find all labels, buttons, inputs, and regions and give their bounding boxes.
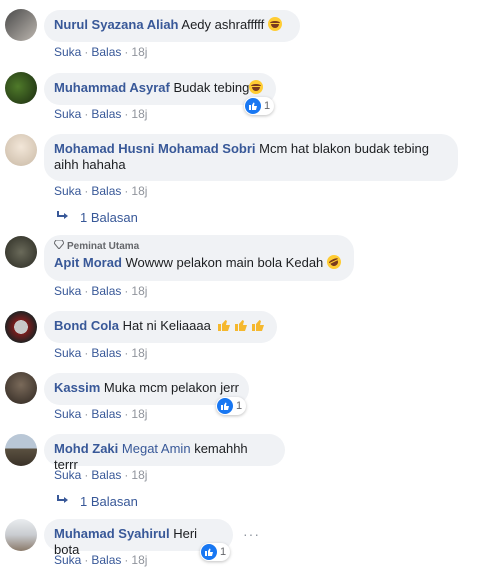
reaction-count[interactable]: 1 (216, 397, 247, 415)
comment-text: Wowww pelakon main bola Kedah (125, 255, 324, 270)
comment-text: Muka mcm pelakon jerr (103, 380, 239, 395)
timestamp[interactable]: 18j (131, 468, 147, 482)
comment-author[interactable]: Mohd Zaki (54, 441, 118, 456)
comment-text: Aedy ashrafffff (181, 17, 265, 32)
more-options-icon[interactable]: ··· (243, 526, 260, 542)
reply-arrow-icon (56, 210, 70, 225)
comment-actions: Suka · Balas · 18j (54, 346, 148, 360)
mentioned-user[interactable]: Megat Amin (122, 441, 191, 456)
timestamp[interactable]: 18j (131, 284, 147, 298)
avatar[interactable] (5, 311, 37, 343)
comment-author[interactable]: Mohamad Husni Mohamad Sobri (54, 141, 256, 156)
diamond-icon (53, 239, 65, 253)
reply-link[interactable]: Balas (91, 284, 121, 298)
like-link[interactable]: Suka (54, 346, 81, 360)
timestamp[interactable]: 18j (131, 45, 147, 59)
timestamp[interactable]: 18j (131, 553, 147, 567)
reply-link[interactable]: Balas (91, 553, 121, 567)
comment-actions: Suka · Balas · 18j (54, 553, 148, 567)
comment-actions: Suka · Balas · 18j (54, 284, 148, 298)
like-link[interactable]: Suka (54, 468, 81, 482)
comment-author[interactable]: Bond Cola (54, 318, 119, 333)
like-link[interactable]: Suka (54, 284, 81, 298)
comment-author[interactable]: Kassim (54, 380, 100, 395)
like-reaction-icon (217, 398, 233, 414)
like-link[interactable]: Suka (54, 45, 81, 59)
reply-link[interactable]: Balas (91, 468, 121, 482)
reply-link[interactable]: Balas (91, 107, 121, 121)
comment-author[interactable]: Nurul Syazana Aliah (54, 17, 179, 32)
view-replies-link[interactable]: 1 Balasan (56, 210, 138, 225)
comment-bubble: Nurul Syazana Aliah Aedy ashrafffff (44, 10, 300, 42)
comment-bubble: Mohd Zaki Megat Amin kemahhh terrr (44, 434, 285, 472)
reaction-count[interactable]: 1 (200, 543, 231, 561)
avatar[interactable] (5, 72, 37, 104)
comment-actions: Suka · Balas · 18j (54, 107, 148, 121)
comment-author[interactable]: Muhammad Asyraf (54, 80, 170, 95)
view-replies-link[interactable]: 1 Balasan (56, 494, 138, 509)
laughing-emoji (249, 80, 264, 94)
comment-actions: Suka · Balas · 18j (54, 468, 148, 482)
avatar[interactable] (5, 9, 37, 41)
like-reaction-icon (245, 98, 261, 114)
comment-text: Budak tebing (173, 80, 250, 95)
comment-author[interactable]: Apit Morad (54, 255, 122, 270)
like-link[interactable]: Suka (54, 107, 81, 121)
timestamp[interactable]: 18j (131, 184, 147, 198)
avatar[interactable] (5, 134, 37, 166)
timestamp[interactable]: 18j (131, 407, 147, 421)
comment-bubble: Peminat Utama Apit Morad Wowww pelakon m… (44, 235, 354, 281)
timestamp[interactable]: 18j (131, 107, 147, 121)
like-link[interactable]: Suka (54, 407, 81, 421)
reply-link[interactable]: Balas (91, 184, 121, 198)
reply-link[interactable]: Balas (91, 407, 121, 421)
rofl-emoji (324, 252, 344, 272)
comment-bubble: Bond Cola Hat ni Keliaaaa (44, 311, 277, 343)
avatar[interactable] (5, 434, 37, 466)
comment-bubble: Mohamad Husni Mohamad Sobri Mcm hat blak… (44, 134, 458, 181)
laughing-emoji (267, 17, 282, 31)
timestamp[interactable]: 18j (131, 346, 147, 360)
like-reaction-icon (201, 544, 217, 560)
comment-author[interactable]: Muhamad Syahirul (54, 526, 170, 541)
reply-link[interactable]: Balas (91, 346, 121, 360)
top-fan-badge[interactable]: Peminat Utama (53, 239, 344, 253)
like-link[interactable]: Suka (54, 553, 81, 567)
reaction-count[interactable]: 1 (244, 97, 275, 115)
avatar[interactable] (5, 519, 37, 551)
avatar[interactable] (5, 236, 37, 268)
comment-actions: Suka · Balas · 18j (54, 407, 148, 421)
like-link[interactable]: Suka (54, 184, 81, 198)
comment-bubble: Muhammad Asyraf Budak tebing (44, 73, 276, 105)
comment-text: Hat ni Keliaaaa (122, 318, 211, 333)
thumbs-up-emoji (214, 318, 265, 333)
comment-actions: Suka · Balas · 18j (54, 45, 148, 59)
reply-arrow-icon (56, 494, 70, 509)
reply-link[interactable]: Balas (91, 45, 121, 59)
avatar[interactable] (5, 372, 37, 404)
comment-actions: Suka · Balas · 18j (54, 184, 148, 198)
